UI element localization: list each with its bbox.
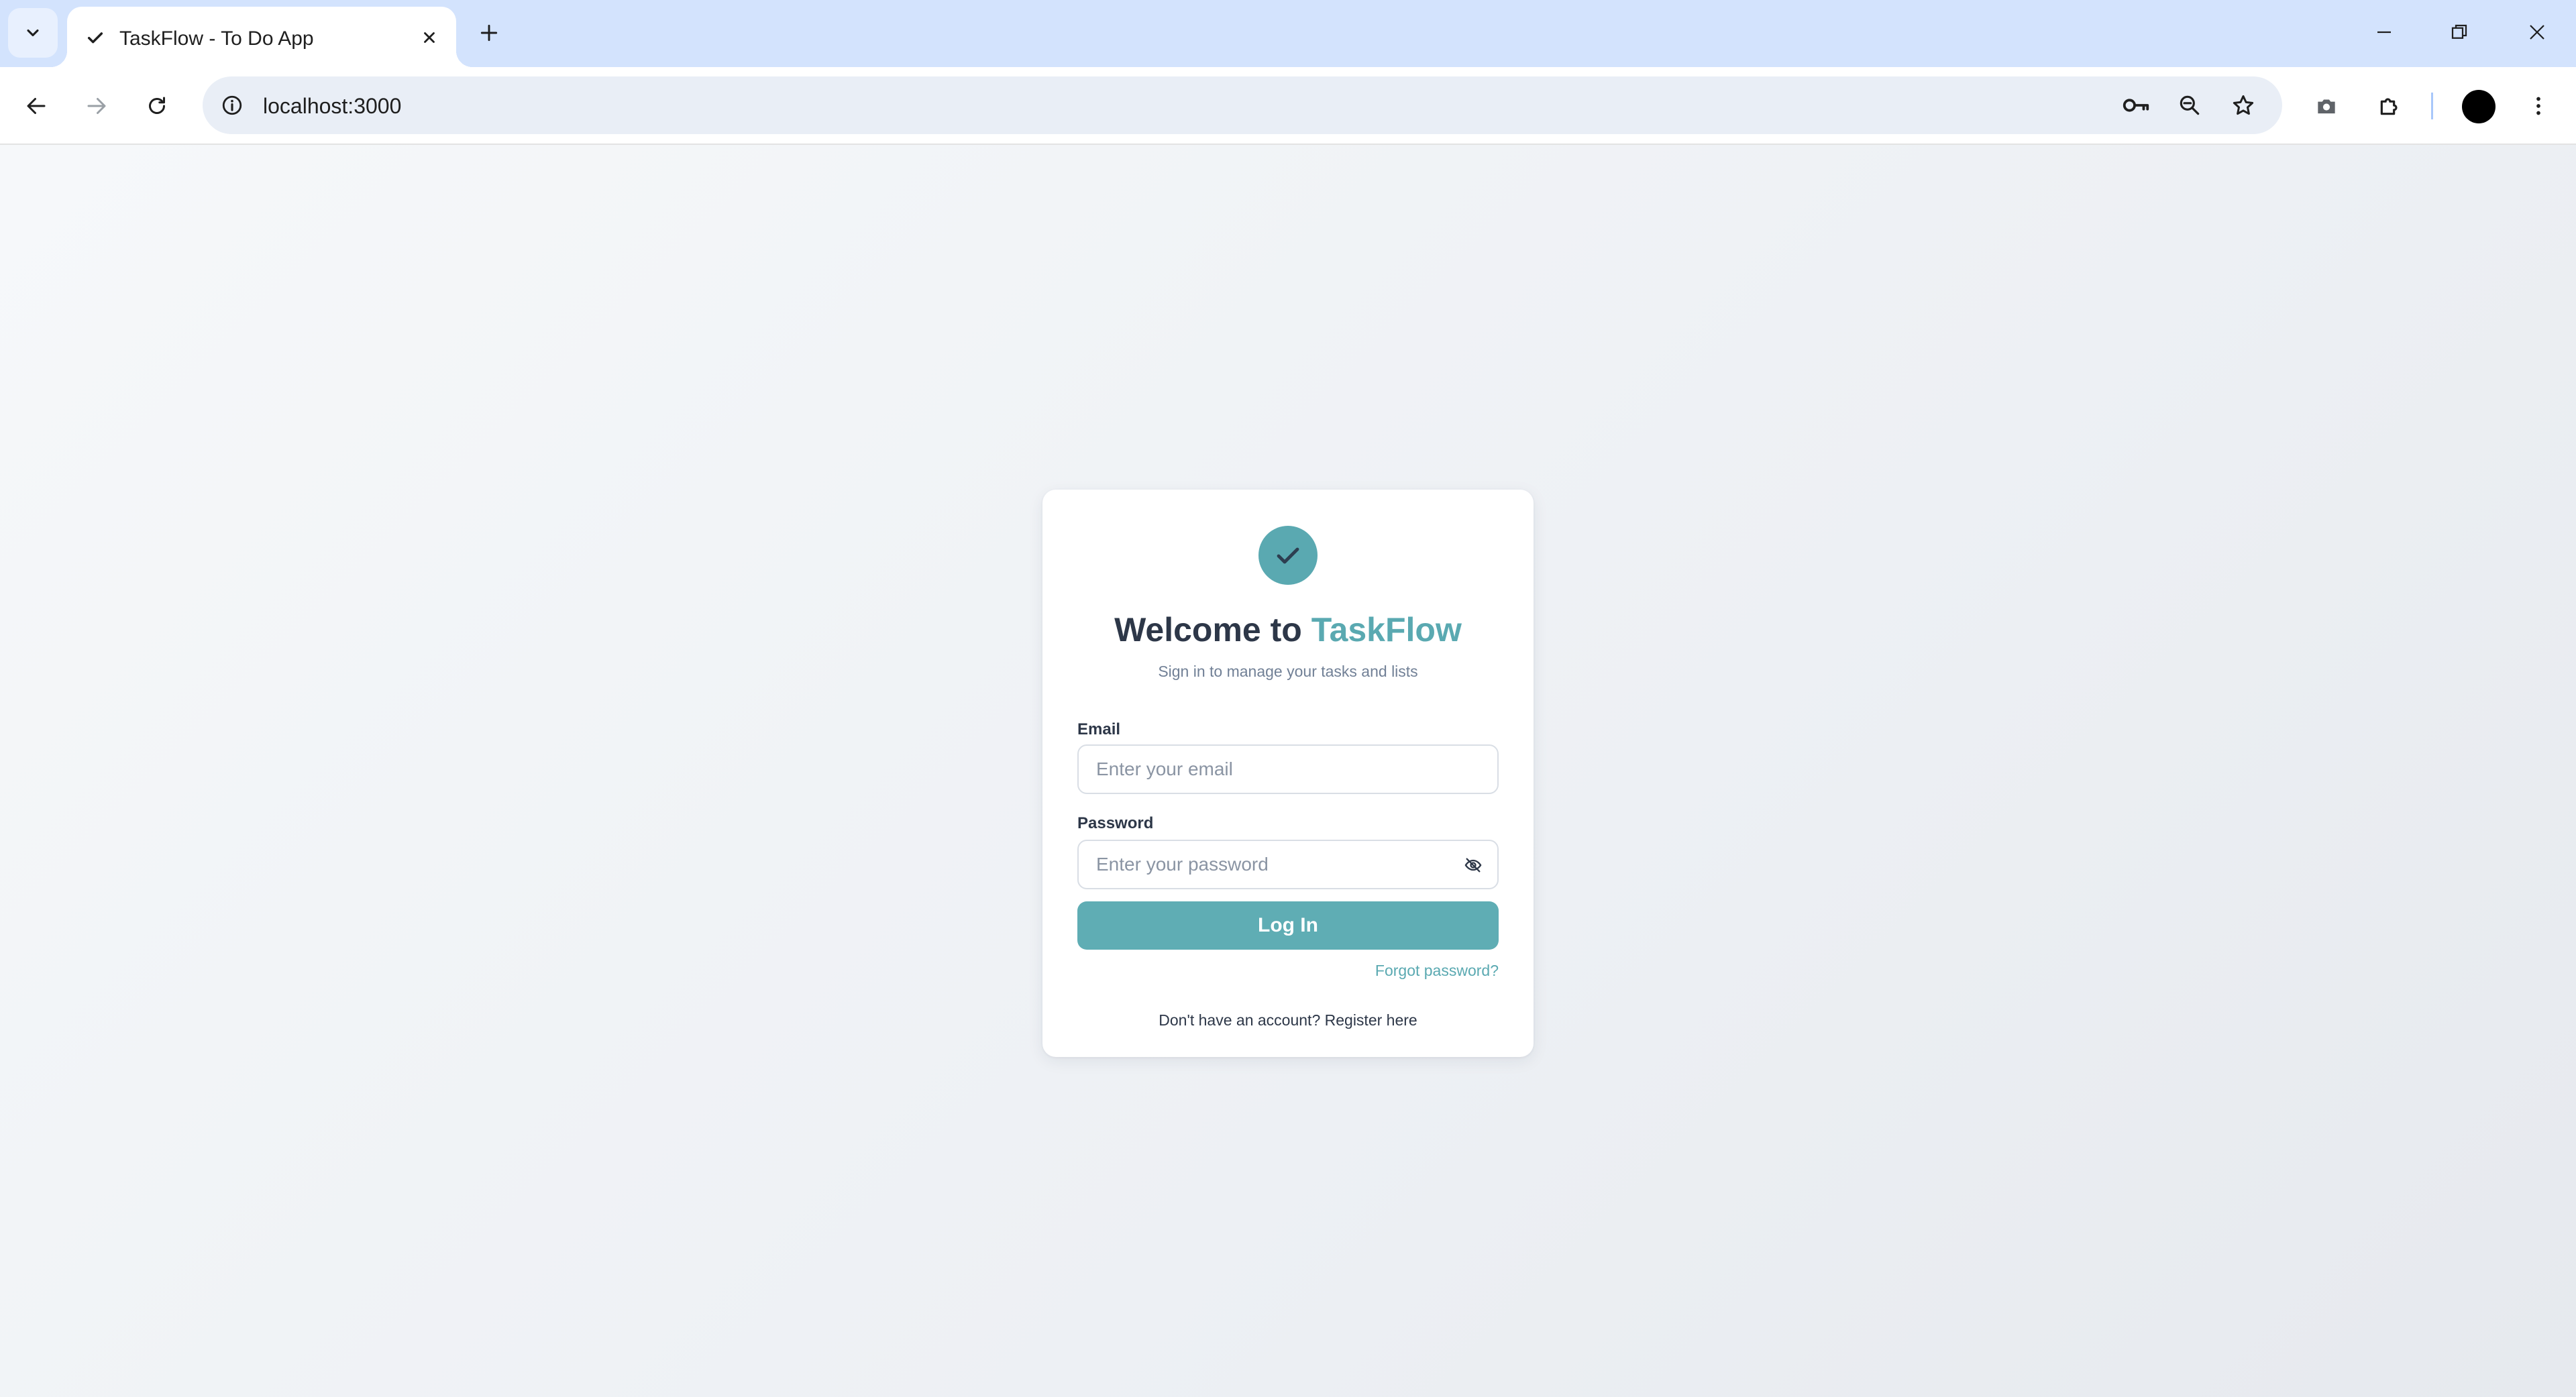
browser-toolbar: localhost:3000 [0,67,2576,145]
close-icon [2530,25,2544,40]
kebab-menu-icon [2536,97,2540,115]
chevron-down-icon [27,29,39,37]
screenshot-button[interactable] [2308,87,2345,125]
tab-strip: TaskFlow - To Do App [0,0,2576,67]
register-prompt-text: Don't have an account? [1159,1011,1325,1029]
puzzle-icon [2380,98,2398,115]
password-label: Password [1077,814,1154,832]
camera-icon [2318,99,2335,114]
zoom-icon [2180,95,2200,115]
password-visibility-toggle[interactable] [1458,850,1488,880]
tab-active[interactable]: TaskFlow - To Do App [51,7,472,67]
profile-avatar[interactable] [2462,90,2496,123]
register-prompt: Don't have an account? Register here [1042,1011,1534,1029]
tab-title: TaskFlow - To Do App [119,27,314,50]
page-viewport: Welcome to TaskFlow Sign in to manage yo… [0,145,2576,1397]
browser-menu-button[interactable] [2520,87,2557,125]
page-title: Welcome to TaskFlow [1042,610,1534,649]
minimize-button[interactable] [2364,12,2404,52]
zoom-button[interactable] [2172,88,2207,123]
restore-icon [2451,24,2467,39]
email-label: Email [1077,720,1121,738]
extensions-button[interactable] [2371,87,2408,125]
tab-close-button[interactable] [416,24,443,51]
url-text: localhost:3000 [263,94,402,118]
key-icon [2123,99,2149,112]
reload-button[interactable] [138,87,176,125]
check-icon [87,32,103,44]
forgot-password-link[interactable]: Forgot password? [1375,962,1499,980]
arrow-right-icon [87,98,106,114]
subtitle: Sign in to manage your tasks and lists [1158,663,1418,680]
app-logo [1258,526,1318,585]
register-link[interactable]: Register here [1325,1011,1417,1029]
toolbar-separator [2431,93,2433,119]
close-icon [424,32,435,43]
tab-search-button[interactable] [8,8,58,58]
title-prefix: Welcome to [1114,611,1311,649]
address-bar[interactable]: localhost:3000 [203,76,2282,134]
arrow-left-icon [27,98,46,114]
login-button[interactable]: Log In [1077,901,1499,950]
reload-icon [149,97,165,114]
login-card: Welcome to TaskFlow Sign in to manage yo… [1042,490,1534,1057]
back-button[interactable] [17,87,55,125]
site-info-button[interactable] [216,89,248,121]
minimize-icon [2377,31,2391,34]
forward-button[interactable] [78,87,115,125]
new-tab-button[interactable] [472,16,506,50]
star-icon [2233,95,2254,115]
title-brand: TaskFlow [1311,611,1462,649]
password-field[interactable] [1077,840,1499,889]
close-window-button[interactable] [2517,12,2557,52]
eye-off-icon [1464,858,1482,873]
plus-icon [480,24,498,42]
password-manager-button[interactable] [2118,88,2153,123]
bookmark-button[interactable] [2226,88,2261,123]
email-field[interactable] [1077,744,1499,794]
check-icon [1277,547,1299,564]
browser-window: TaskFlow - To Do App localhost:3000 Welc… [0,0,2576,1397]
info-icon [222,95,242,115]
restore-button[interactable] [2439,12,2479,52]
